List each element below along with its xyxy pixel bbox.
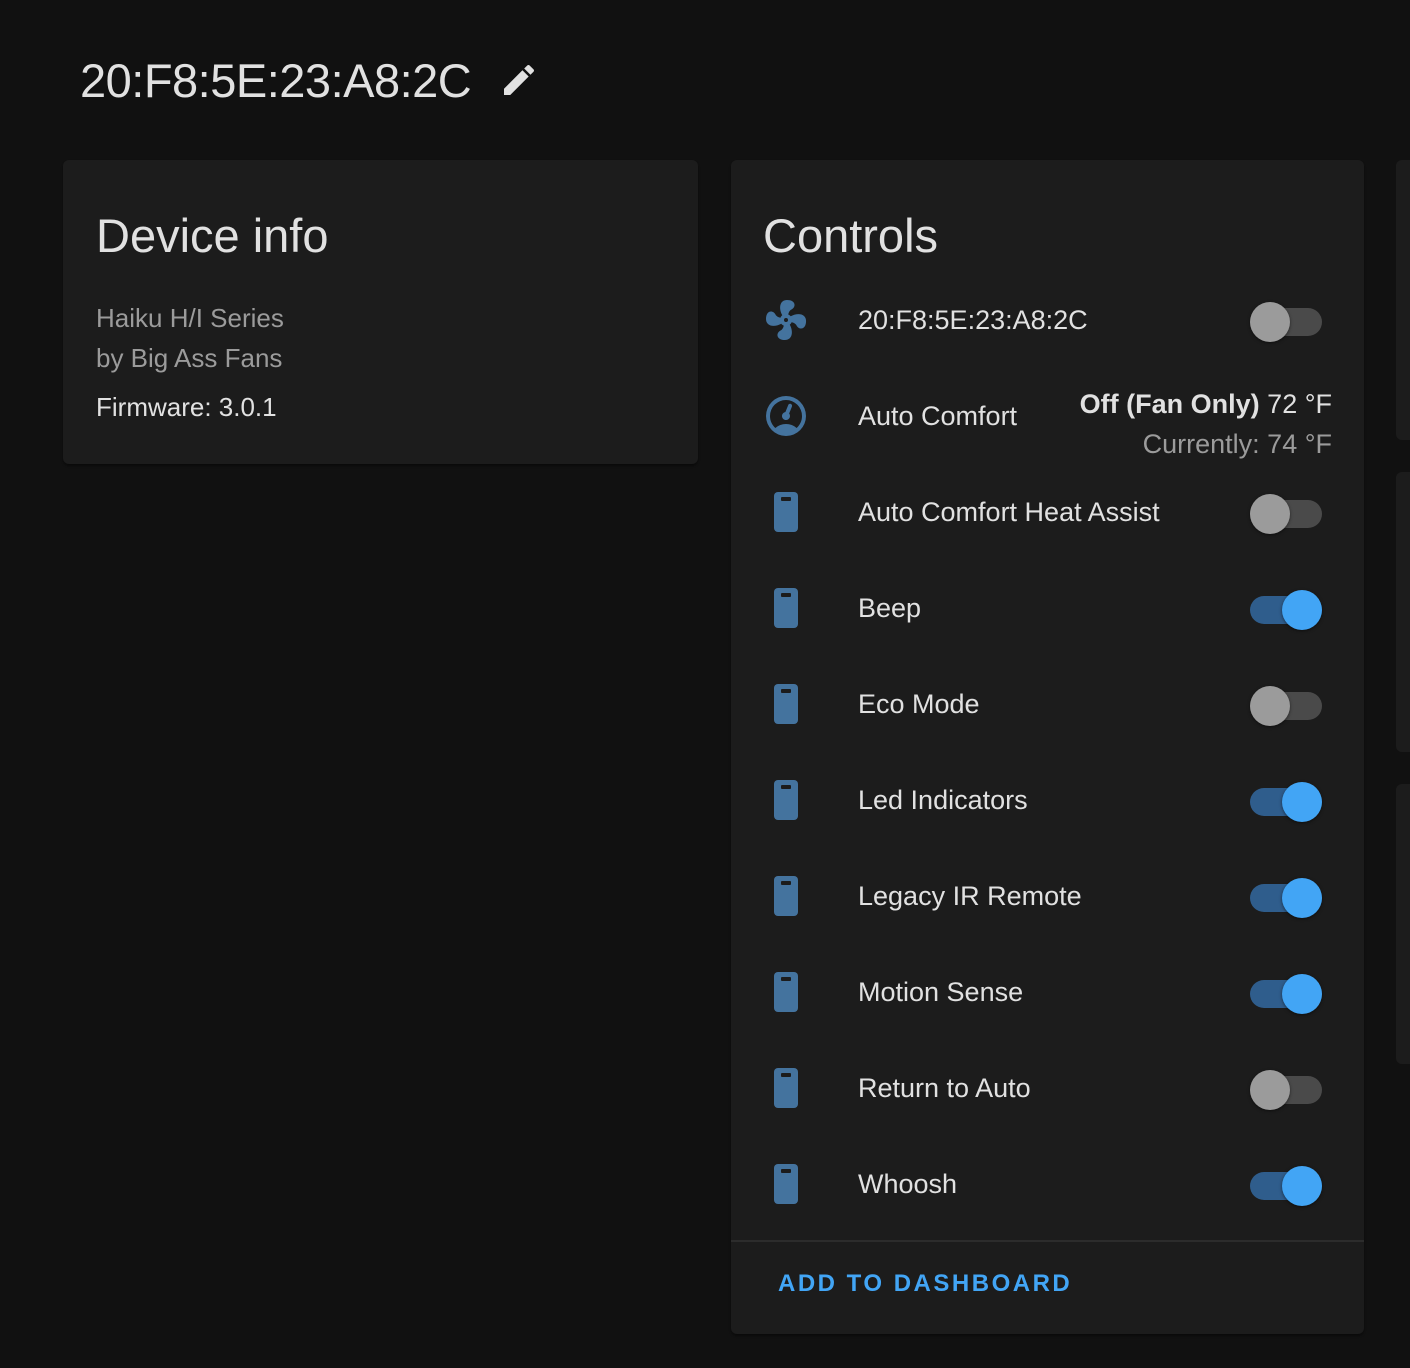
auto-comfort-label[interactable]: Auto Comfort (858, 368, 1017, 464)
light-switch-icon (774, 492, 798, 532)
switch-label[interactable]: Motion Sense (858, 944, 1023, 1040)
switch-label[interactable]: Beep (858, 560, 921, 656)
switch-row-led-indicators[interactable]: Led Indicators (731, 752, 1364, 848)
switch-row-return-to-auto[interactable]: Return to Auto (731, 1040, 1364, 1136)
switch-toggle-eco-mode[interactable] (1250, 686, 1322, 726)
fan-label[interactable]: 20:F8:5E:23:A8:2C (858, 272, 1088, 368)
toggle-thumb (1282, 782, 1322, 822)
toggle-thumb (1282, 974, 1322, 1014)
thermostat-icon (766, 396, 806, 436)
device-model: Haiku H/I Series (96, 303, 284, 333)
toggle-thumb (1250, 494, 1290, 534)
switch-label[interactable]: Legacy IR Remote (858, 848, 1082, 944)
light-switch-icon (774, 684, 798, 724)
climate-mode: Off (Fan Only) (1079, 389, 1260, 419)
switch-row-eco-mode[interactable]: Eco Mode (731, 656, 1364, 752)
toggle-thumb (1282, 878, 1322, 918)
light-switch-icon (774, 1068, 798, 1108)
switch-toggle-beep[interactable] (1250, 590, 1322, 630)
switch-label[interactable]: Return to Auto (858, 1040, 1031, 1136)
switch-row-whoosh[interactable]: Whoosh (731, 1136, 1364, 1232)
switch-label[interactable]: Auto Comfort Heat Assist (858, 464, 1160, 560)
toggle-thumb (1250, 302, 1290, 342)
controls-card: Controls 20:F8:5E:23:A8:2C Auto Comfort … (731, 160, 1364, 1334)
switch-row-auto-comfort-heat-assist[interactable]: Auto Comfort Heat Assist (731, 464, 1364, 560)
toggle-thumb (1250, 686, 1290, 726)
switch-row-motion-sense[interactable]: Motion Sense (731, 944, 1364, 1040)
edit-name-button[interactable] (499, 60, 539, 100)
next-card-edge (1396, 784, 1410, 1064)
light-switch-icon (774, 876, 798, 916)
switch-toggle-led-indicators[interactable] (1250, 782, 1322, 822)
controls-title: Controls (763, 209, 939, 262)
switch-row-legacy-ir-remote[interactable]: Legacy IR Remote (731, 848, 1364, 944)
device-name: 20:F8:5E:23:A8:2C (80, 53, 472, 107)
fan-icon (766, 300, 807, 340)
switch-toggle-return-to-auto[interactable] (1250, 1070, 1322, 1110)
climate-target: 72 °F (1267, 389, 1332, 419)
toggle-thumb (1282, 1166, 1322, 1206)
device-info-card: Device info Haiku H/I Series by Big Ass … (63, 160, 698, 464)
pencil-icon (504, 64, 535, 95)
light-switch-icon (774, 972, 798, 1012)
switch-row-beep[interactable]: Beep (731, 560, 1364, 656)
switch-label[interactable]: Whoosh (858, 1136, 957, 1232)
climate-current: Currently: 74 °F (1142, 429, 1332, 459)
climate-state: Off (Fan Only) 72 °F Currently: 74 °F (1080, 384, 1332, 464)
switch-toggle-motion-sense[interactable] (1250, 974, 1322, 1014)
toggle-thumb (1250, 1070, 1290, 1110)
light-switch-icon (774, 588, 798, 628)
device-info-title: Device info (96, 209, 329, 262)
switch-label[interactable]: Led Indicators (858, 752, 1028, 848)
card-divider (731, 1240, 1364, 1242)
device-manufacturer: by Big Ass Fans (96, 343, 283, 373)
switch-label[interactable]: Eco Mode (858, 656, 980, 752)
next-card-edge (1396, 472, 1410, 752)
next-card-edge (1396, 160, 1410, 440)
toggle-thumb (1282, 590, 1322, 630)
light-switch-icon (774, 780, 798, 820)
switch-toggle-legacy-ir-remote[interactable] (1250, 878, 1322, 918)
firmware-version: Firmware: 3.0.1 (96, 392, 277, 422)
switch-toggle-auto-comfort-heat-assist[interactable] (1250, 494, 1322, 534)
light-switch-icon (774, 1164, 798, 1204)
page-header: 20:F8:5E:23:A8:2C (80, 48, 539, 112)
fan-row[interactable]: 20:F8:5E:23:A8:2C (731, 272, 1364, 368)
fan-toggle[interactable] (1250, 302, 1322, 342)
switch-toggle-whoosh[interactable] (1250, 1166, 1322, 1206)
auto-comfort-row[interactable]: Auto Comfort Off (Fan Only) 72 °F Curren… (731, 368, 1364, 464)
add-to-dashboard-button[interactable]: ADD TO DASHBOARD (778, 1270, 1072, 1298)
device-model-block: Haiku H/I Series by Big Ass Fans (96, 298, 284, 378)
